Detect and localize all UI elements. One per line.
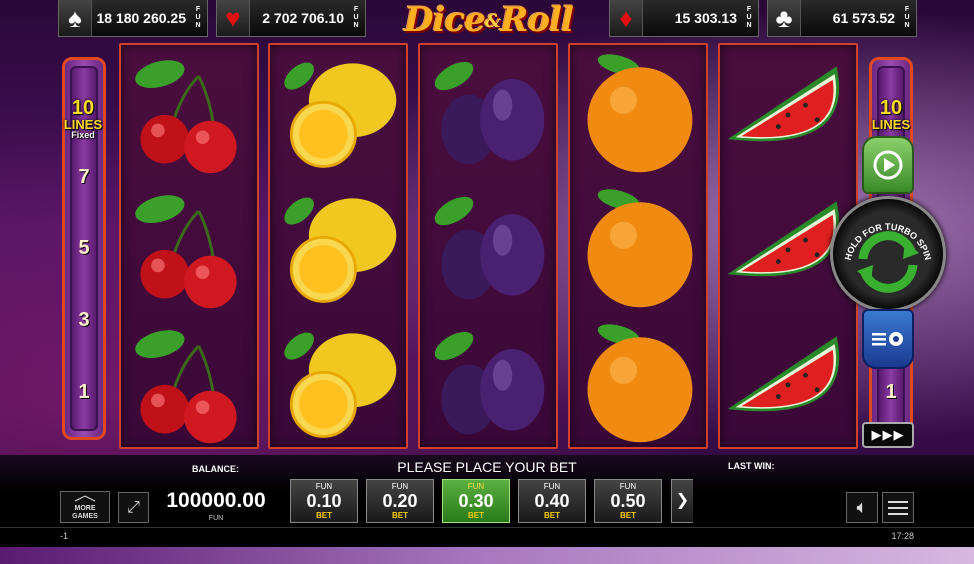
autoplay-icon (873, 150, 903, 180)
jackpot-value: 18 180 260.25 (96, 10, 186, 26)
gear-icon (872, 332, 903, 346)
hamburger-line (888, 506, 908, 509)
reel-3 (418, 43, 558, 449)
plum-symbol (434, 196, 545, 300)
heart-icon: ♥ (217, 0, 250, 36)
bet-option-0-30[interactable]: FUN 0.30 BET (442, 479, 510, 523)
game-stage: ♠ 18 180 260.25 FUN ♥ 2 702 706.10 FUN D… (0, 0, 974, 564)
chevron-right-icon: ❯ (675, 492, 690, 509)
svg-text:HOLD FOR TURBO SPIN: HOLD FOR TURBO SPIN (843, 222, 933, 262)
hamburger-line (888, 500, 908, 503)
bet-option-0-10[interactable]: FUN 0.10 BET (290, 479, 358, 523)
jackpot-club: ♣ 61 573.52 FUN (767, 0, 917, 37)
bet-option-0-40[interactable]: FUN 0.40 BET (518, 479, 586, 523)
reel-1 (119, 43, 259, 449)
plum-symbol (434, 331, 545, 435)
club-icon: ♣ (768, 0, 801, 36)
bet-currency: FUN (543, 482, 561, 491)
bet-label: BET (544, 511, 560, 520)
bet-option-0-20[interactable]: FUN 0.20 BET (366, 479, 434, 523)
cherry-symbol (135, 330, 237, 444)
status-left: -1 (60, 531, 69, 541)
fullscreen-button[interactable]: ⤢ (118, 492, 149, 523)
diamond-icon: ♦ (610, 0, 643, 36)
clock: 17:28 (891, 531, 914, 541)
right-lines-label: 10 LINES (871, 97, 911, 132)
orange-symbol (587, 54, 693, 173)
jackpot-currency: FUN (353, 6, 359, 29)
jackpot-value: 15 303.13 (674, 10, 737, 26)
payline-number: 3 (78, 309, 90, 331)
turbo-button[interactable]: ▶▶▶ (862, 422, 914, 448)
bet-currency: FUN (315, 482, 333, 491)
autoplay-button[interactable] (862, 136, 914, 194)
bet-value: 0.50 (610, 491, 646, 511)
jackpot-heart: ♥ 2 702 706.10 FUN (216, 0, 366, 37)
lemon-symbol (284, 332, 397, 438)
jackpot-currency: FUN (746, 6, 752, 29)
bet-label: BET (316, 511, 332, 520)
balance-currency: FUN (208, 515, 224, 522)
reel-4 (568, 43, 708, 449)
spin-hint: HOLD FOR TURBO SPIN (843, 222, 933, 262)
jackpot-diamond: ♦ 15 303.13 FUN (609, 0, 759, 37)
bet-currency: FUN (467, 482, 485, 491)
bet-label: BET (392, 511, 408, 520)
balance-label: BALANCE: (192, 464, 239, 474)
bet-option-0-50[interactable]: FUN 0.50 BET (594, 479, 662, 523)
status-bar: -1 17:28 (0, 527, 974, 547)
bet-value: 0.30 (458, 491, 494, 511)
payline-number: 7 (78, 166, 90, 188)
sound-button[interactable]: 🔈︎ (846, 492, 878, 523)
orange-symbol (587, 324, 693, 443)
bet-scroll-right-button[interactable]: ❯ (671, 479, 693, 523)
payline-number: 1 (885, 381, 897, 403)
bet-value: 0.10 (306, 491, 342, 511)
status-message: PLEASE PLACE YOUR BET (397, 459, 577, 475)
settings-button[interactable] (862, 309, 914, 369)
orange-symbol (587, 189, 693, 308)
cherry-symbol (135, 195, 237, 309)
balance-value: 100000.00 (166, 489, 266, 512)
bet-value: 0.20 (382, 491, 418, 511)
jackpot-spade: ♠ 18 180 260.25 FUN (58, 0, 208, 37)
cherry-symbol (135, 60, 237, 174)
jackpot-currency: FUN (195, 6, 201, 29)
watermelon-symbol (727, 66, 840, 142)
fullscreen-icon: ⤢ (127, 499, 140, 516)
plum-symbol (434, 61, 545, 165)
speaker-icon: 🔈︎ (856, 497, 868, 517)
payline-number: 5 (78, 237, 90, 259)
payline-number: 1 (78, 381, 90, 403)
bet-currency: FUN (391, 482, 409, 491)
jackpot-value: 61 573.52 (832, 10, 895, 26)
bet-value: 0.40 (534, 491, 570, 511)
lemon-symbol (284, 197, 397, 303)
spade-icon: ♠ (59, 0, 92, 36)
menu-button[interactable] (882, 492, 914, 523)
jackpot-value: 2 702 706.10 (262, 10, 344, 26)
more-games-label: MORE GAMES (72, 505, 98, 520)
house-icon (74, 495, 96, 502)
more-games-button[interactable]: MORE GAMES (60, 491, 110, 523)
reel-2 (268, 43, 408, 449)
last-win-label: LAST WIN: (728, 461, 775, 471)
bet-label: BET (620, 511, 636, 520)
background-strip (0, 547, 974, 564)
game-logo: Dice&Roll (404, 0, 574, 40)
hamburger-line (888, 512, 908, 515)
watermelon-symbol (727, 336, 840, 412)
spin-button[interactable]: HOLD FOR TURBO SPIN (830, 196, 946, 312)
lemon-symbol (284, 62, 397, 168)
bet-currency: FUN (619, 482, 637, 491)
spin-icon: HOLD FOR TURBO SPIN (843, 222, 933, 293)
jackpot-currency: FUN (904, 6, 910, 29)
bet-label: BET (468, 511, 484, 520)
left-lines-label: 10 LINES Fixed (63, 97, 103, 140)
